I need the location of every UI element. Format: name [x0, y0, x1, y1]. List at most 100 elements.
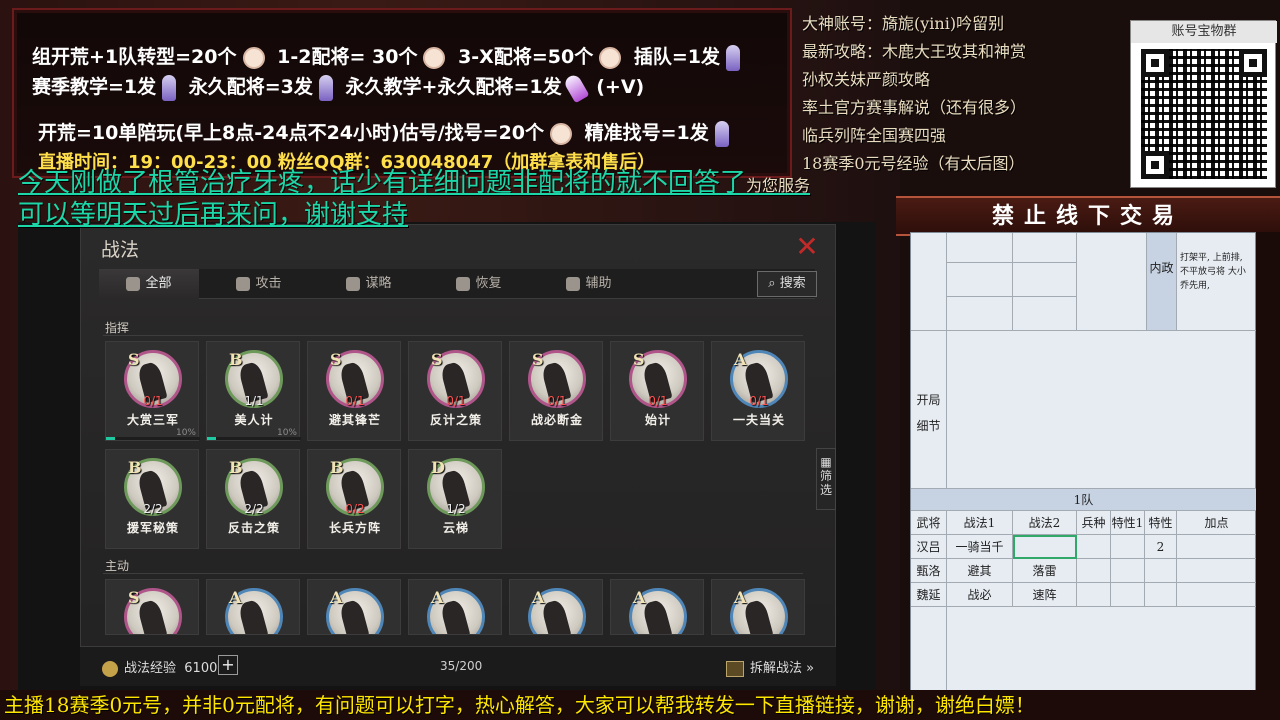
sheet-data-cell	[1111, 583, 1145, 607]
tactic-card[interactable]: A	[307, 579, 401, 635]
tab-support[interactable]: 辅助	[539, 269, 639, 299]
strategy-icon	[346, 276, 361, 291]
promo-item: 插队=1发	[633, 46, 720, 68]
sheet-selected-cell[interactable]	[1013, 535, 1077, 559]
card-name: 云梯	[442, 521, 469, 535]
tactic-card[interactable]: B 2/2 反击之策	[206, 449, 300, 549]
info-line: 临兵列阵全国赛四强	[802, 126, 947, 145]
tab-heal[interactable]: 恢复	[429, 269, 529, 299]
emoji-icon	[423, 46, 446, 69]
sheet-cell	[1077, 233, 1147, 331]
tactic-card[interactable]: A	[711, 579, 805, 635]
tactic-card[interactable]: S 0/1 大赏三军 10%	[105, 341, 200, 441]
tactic-card[interactable]: B 1/1 美人计 10%	[206, 341, 301, 441]
tactic-card[interactable]: A	[408, 579, 502, 635]
card-progress-bar	[106, 437, 200, 440]
grade-label: S	[532, 350, 544, 369]
section-active: 主动	[105, 559, 130, 573]
tactic-card[interactable]: D 1/2 云梯	[408, 449, 502, 549]
card-progress-bar	[207, 437, 301, 440]
sheet-note: 打架平, 上前排, 不平放弓将 大小乔先用,	[1177, 233, 1257, 331]
decompose-icon	[726, 660, 744, 677]
promo-line-2: 赛季教学=1发 永久配将=3发 永久教学+永久配将=1发 (+V)	[32, 72, 645, 103]
sheet-opening: 开局 细节	[911, 331, 947, 489]
add-exp-button[interactable]: +	[218, 655, 238, 675]
tactic-card[interactable]: A	[509, 579, 603, 635]
panel-title: 战法	[101, 239, 140, 261]
promo-item: (+V)	[596, 76, 645, 98]
sheet-data-cell: 速阵	[1013, 583, 1077, 607]
tactic-card[interactable]: S 0/1 避其锋芒	[307, 341, 401, 441]
tactic-card[interactable]: B 0/2 长兵方阵	[307, 449, 401, 549]
grade-label: S	[330, 350, 342, 369]
tactic-card[interactable]: A	[610, 579, 704, 635]
promo-item: 永久教学+永久配将=1发	[345, 76, 562, 98]
card-count: 0/1	[547, 394, 567, 408]
tactic-card[interactable]: S 0/1 战必断金	[509, 341, 603, 441]
rocket-icon	[725, 44, 740, 71]
filter-label: 筛选	[819, 469, 832, 497]
grade-label: A	[734, 588, 747, 607]
sheet-header: 特性1	[1111, 511, 1145, 535]
exp-display: 战法经验 6100	[102, 657, 217, 677]
exp-icon	[102, 660, 118, 677]
decompose-button[interactable]: 拆解战法 »	[726, 657, 814, 677]
grade-label: S	[128, 350, 140, 369]
sheet-cell	[947, 607, 1257, 693]
sheet-header: 战法1	[947, 511, 1013, 535]
bottom-ticker: 主播18赛季0元号，并非0元配将，有问题可以打字，热心解答，大家可以帮我转发一下…	[0, 690, 1280, 720]
tactic-card[interactable]: A	[206, 579, 300, 635]
decompose-label: 拆解战法 »	[750, 661, 815, 676]
sheet-data-cell	[1077, 583, 1111, 607]
card-count: 0/2	[345, 502, 365, 516]
sheet-cell	[947, 331, 1257, 489]
rocket-icon	[318, 74, 333, 101]
grade-label: A	[734, 350, 747, 369]
spreadsheet: 内政 打架平, 上前排, 不平放弓将 大小乔先用, 开局 细节 1队 武将 战法1…	[910, 232, 1257, 693]
sheet-header: 特性2	[1145, 511, 1177, 554]
tactic-card[interactable]: B 2/2 援军秘策	[105, 449, 199, 549]
tab-strategy[interactable]: 谋略	[319, 269, 419, 299]
sheet-data-cell	[1077, 535, 1111, 559]
tactic-card[interactable]: A 0/1 一夫当关	[711, 341, 805, 441]
sheet-data-cell: 落雷	[1013, 559, 1077, 583]
qr-finder-icon	[1141, 49, 1169, 77]
tactic-card[interactable]: S 0/1 反计之策	[408, 341, 502, 441]
promo-item: 3-X配将=50个	[458, 46, 594, 68]
grade-label: B	[229, 350, 243, 369]
filter-button[interactable]: ▦ 筛选	[816, 448, 836, 510]
card-count: 0/1	[345, 394, 365, 408]
card-name: 美人计	[234, 413, 274, 427]
sheet-cell	[1013, 297, 1077, 331]
card-count: 0/1	[446, 394, 466, 408]
promo-board: 组开荒+1队转型=20个 1-2配将= 30个 3-X配将=50个 插队=1发 …	[12, 8, 792, 178]
tactic-card[interactable]: S	[105, 579, 199, 635]
card-count: 0/1	[648, 394, 668, 408]
right-info-board: 大神账号：旖旎(yini)吟留别 最新攻略：木鹿大王攻其和神赏 孙权关妹严颜攻略…	[796, 8, 1126, 198]
sheet-data-cell	[1111, 559, 1145, 583]
grade-label: S	[633, 350, 645, 369]
section-command: 指挥	[105, 321, 130, 335]
grade-label: A	[431, 588, 444, 607]
card-count: 1/1	[244, 394, 264, 408]
tab-all[interactable]: 全部	[99, 269, 199, 299]
sheet-data-cell: 汉吕	[911, 535, 947, 559]
search-button[interactable]: ⌕ 搜索	[757, 271, 817, 297]
no-offline-trade-banner: 禁止线下交易	[896, 196, 1280, 236]
tactic-card[interactable]: S 0/1 始计	[610, 341, 704, 441]
tab-attack[interactable]: 攻击	[209, 269, 309, 299]
info-line: 最新攻略：木鹿大王攻其和神赏	[802, 42, 1027, 61]
sheet-data-cell	[1145, 559, 1177, 583]
grade-label: B	[128, 458, 142, 477]
grade-label: A	[633, 588, 646, 607]
close-icon[interactable]: ✕	[793, 233, 821, 261]
sheet-data-cell	[1077, 559, 1111, 583]
card-count: 0/1	[143, 394, 163, 408]
tab-label: 辅助	[585, 276, 612, 291]
sheet-data-cell: 甄洛	[911, 559, 947, 583]
stream-overlay-line-2: 可以等明天过后再来问，谢谢支持	[18, 200, 409, 230]
card-name: 反计之策	[429, 413, 482, 427]
sheet-data-cell: 一骑当千	[947, 535, 1013, 559]
grade-label: A	[532, 588, 545, 607]
tab-label: 全部	[145, 276, 172, 291]
